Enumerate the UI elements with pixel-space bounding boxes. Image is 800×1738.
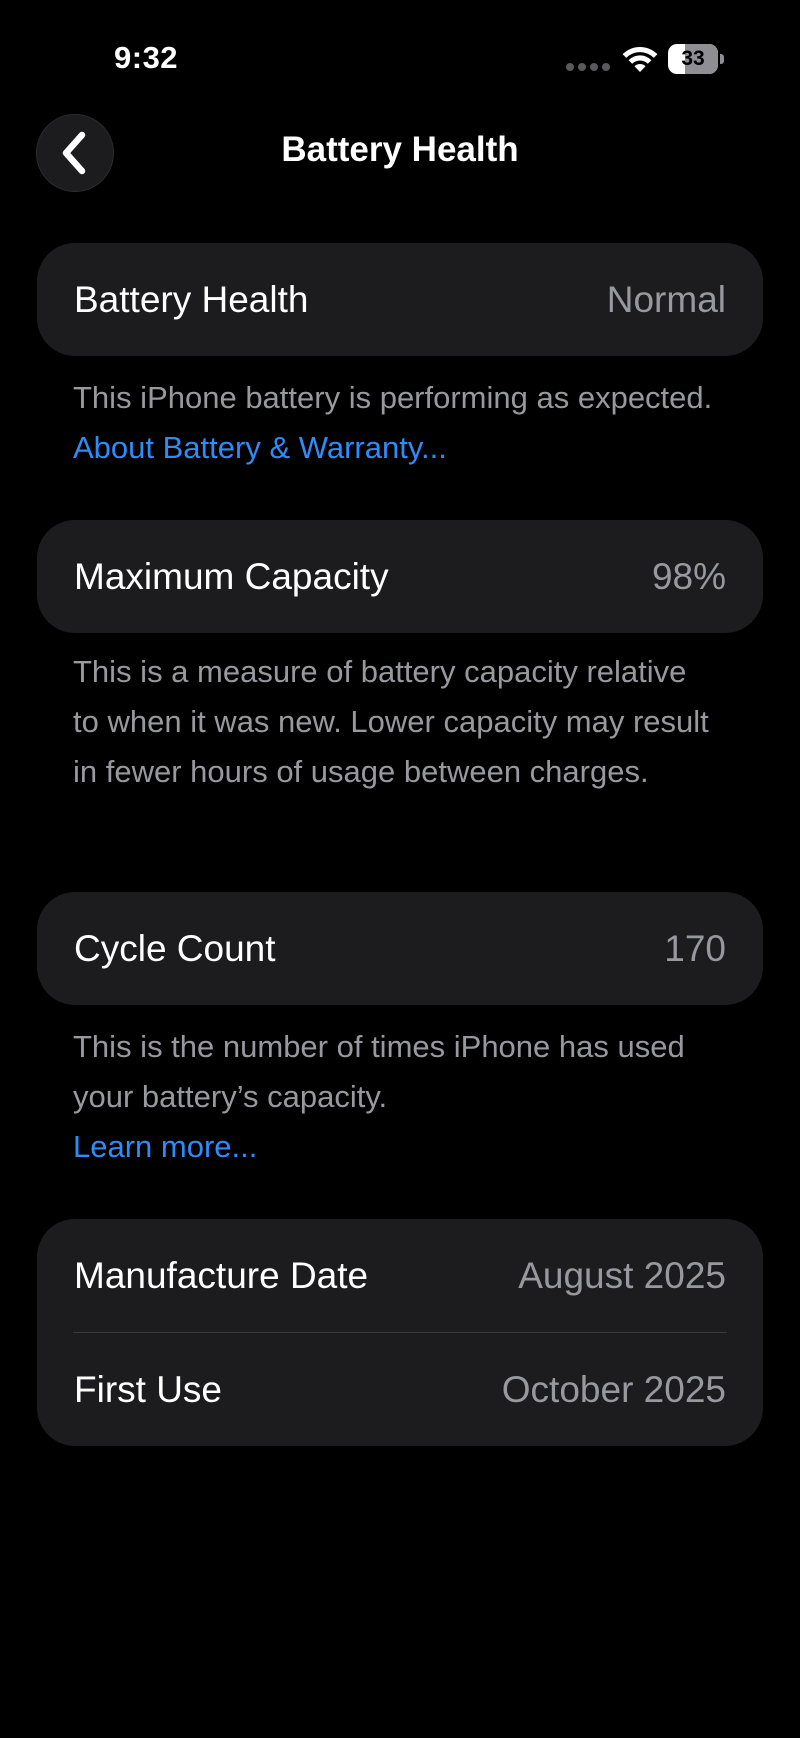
manufacture-date-label: Manufacture Date [74, 1254, 369, 1296]
maximum-capacity-label: Maximum Capacity [74, 555, 389, 597]
page-title: Battery Health [281, 130, 519, 169]
cycle-count-description: This is the number of times iPhone has u… [73, 1029, 685, 1114]
about-battery-warranty-link[interactable]: About Battery & Warranty... [73, 430, 447, 465]
learn-more-link[interactable]: Learn more... [73, 1122, 713, 1172]
battery-health-row: Battery Health Normal [37, 243, 763, 356]
maximum-capacity-footnote: This is a measure of battery capacity re… [73, 654, 709, 789]
cellular-signal-icon [566, 63, 610, 71]
battery-health-card: Battery Health Normal [37, 243, 763, 356]
maximum-capacity-card: Maximum Capacity 98% [37, 520, 763, 633]
dates-card: Manufacture Date August 2025 First Use O… [37, 1219, 763, 1446]
cycle-count-row: Cycle Count 170 [37, 892, 763, 1005]
manufacture-date-row: Manufacture Date August 2025 [37, 1219, 763, 1332]
battery-health-value: Normal [606, 278, 726, 320]
manufacture-date-value: August 2025 [518, 1254, 726, 1296]
battery-health-description: This iPhone battery is performing as exp… [73, 380, 713, 415]
first-use-value: October 2025 [501, 1368, 726, 1410]
battery-level-text: 33 [681, 47, 705, 70]
battery-icon: 33 [668, 44, 726, 74]
status-bar: 9:32 33 [0, 0, 800, 110]
cycle-count-footnote: This is the number of times iPhone has u… [73, 1022, 713, 1172]
battery-health-footnote: This iPhone battery is performing as exp… [73, 373, 713, 473]
cycle-count-label: Cycle Count [74, 927, 276, 969]
cycle-count-card: Cycle Count 170 [37, 892, 763, 1005]
first-use-row: First Use October 2025 [37, 1333, 763, 1446]
first-use-label: First Use [74, 1368, 222, 1410]
status-time: 9:32 [114, 40, 179, 75]
battery-health-label: Battery Health [74, 278, 309, 320]
wifi-icon [622, 46, 658, 72]
cycle-count-value: 170 [664, 927, 726, 969]
maximum-capacity-value: 98% [651, 555, 726, 597]
maximum-capacity-row: Maximum Capacity 98% [37, 520, 763, 633]
